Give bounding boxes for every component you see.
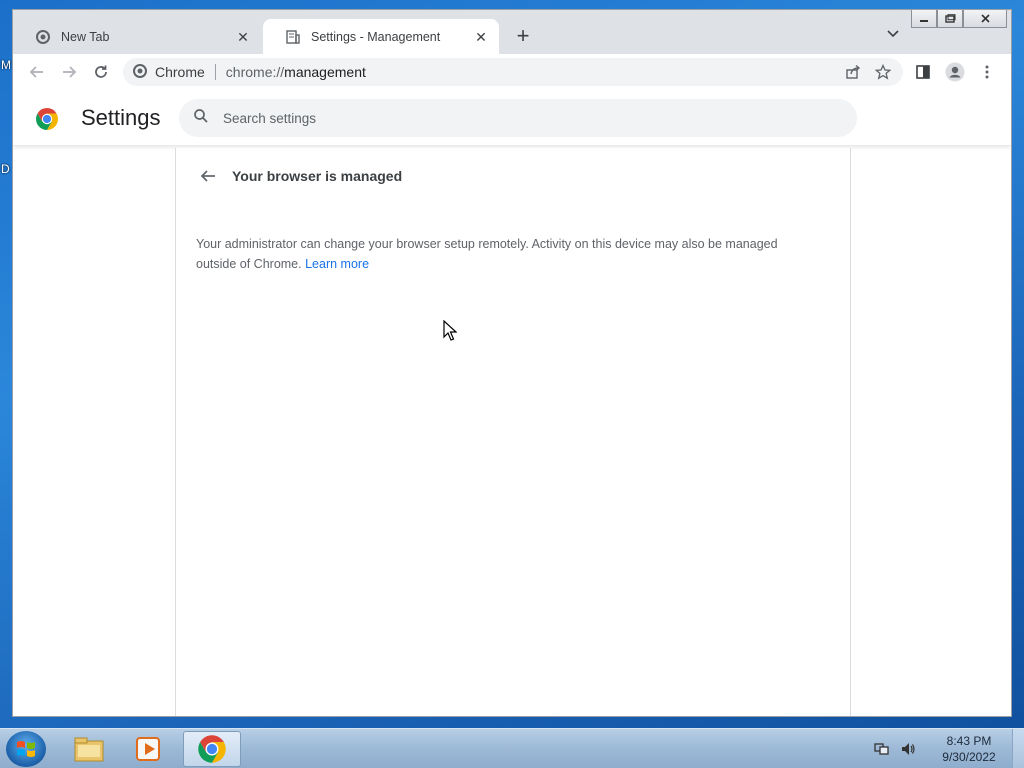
forward-button[interactable] [55,58,83,86]
tab-strip: New Tab ✕ Settings - Management ✕ + [13,10,1011,54]
back-button[interactable] [23,58,51,86]
settings-page-icon [285,29,301,45]
site-chip-label: Chrome [155,64,205,80]
start-button[interactable] [6,731,46,767]
tab-settings-management[interactable]: Settings - Management ✕ [263,19,499,54]
taskbar-media-player-button[interactable] [120,731,178,767]
url-host: management [284,64,366,80]
search-input[interactable] [223,110,783,126]
management-heading: Your browser is managed [232,168,403,184]
media-player-icon [136,737,160,761]
chrome-logo-icon [35,107,59,131]
url-text: chrome://management [226,64,366,80]
show-desktop-button[interactable] [1012,729,1024,768]
taskbar-file-explorer-button[interactable] [60,731,118,767]
network-icon[interactable] [872,739,892,759]
volume-icon[interactable] [898,739,918,759]
taskbar-chrome-button[interactable] [183,731,241,767]
management-description: Your administrator can change your brows… [196,234,816,274]
new-tab-button[interactable]: + [511,25,535,49]
close-window-button[interactable] [963,10,1007,28]
tab-new-tab[interactable]: New Tab ✕ [13,19,261,54]
card-header: Your browser is managed [196,164,402,188]
chrome-logo-icon [198,735,226,763]
clock-time: 8:43 PM [946,734,992,748]
close-tab-icon[interactable]: ✕ [473,29,489,45]
mouse-cursor-icon [443,319,458,347]
share-icon[interactable] [841,60,865,84]
page-title: Settings [81,105,161,130]
tab-search-chevron-icon[interactable] [883,27,903,47]
settings-page: Settings Your browser is managed Your ad… [13,90,1011,716]
clock[interactable]: 8:43 PM 9/30/2022 [932,733,1006,765]
divider [214,64,216,80]
window-controls [911,10,1007,28]
tab-title: Settings - Management [311,29,441,44]
system-tray: 8:43 PM 9/30/2022 [872,729,1024,768]
search-icon [193,108,209,129]
bookmark-star-icon[interactable] [871,60,895,84]
management-body-text: Your administrator can change your brows… [196,237,778,271]
url-scheme: chrome:// [225,64,285,80]
desktop-icon-label-fragment: D [1,162,10,176]
menu-kebab-icon[interactable] [973,58,1001,86]
back-arrow-icon[interactable] [196,164,220,188]
address-bar[interactable]: Chrome chrome://management [123,58,903,86]
taskbar: 8:43 PM 9/30/2022 [0,728,1024,768]
chrome-icon [35,29,51,45]
desktop-icon-label-fragment: M [1,58,11,72]
reload-button[interactable] [87,58,115,86]
tab-title: New Tab [61,29,110,44]
browser-toolbar: Chrome chrome://management [13,54,1011,90]
close-tab-icon[interactable]: ✕ [235,29,251,45]
folder-icon [74,737,104,762]
settings-header: Settings [13,90,1011,146]
restore-button[interactable] [937,10,963,28]
side-panel-icon[interactable] [909,58,937,86]
management-card: Your browser is managed Your administrat… [175,148,851,716]
minimize-button[interactable] [911,10,937,28]
settings-search [179,99,857,137]
profile-avatar-icon[interactable] [941,58,969,86]
chrome-icon [133,63,147,81]
learn-more-link[interactable]: Learn more [305,257,369,271]
windows-logo-icon [17,741,35,757]
clock-date: 9/30/2022 [942,750,996,764]
chrome-window: New Tab ✕ Settings - Management ✕ + Chro… [12,9,1012,717]
